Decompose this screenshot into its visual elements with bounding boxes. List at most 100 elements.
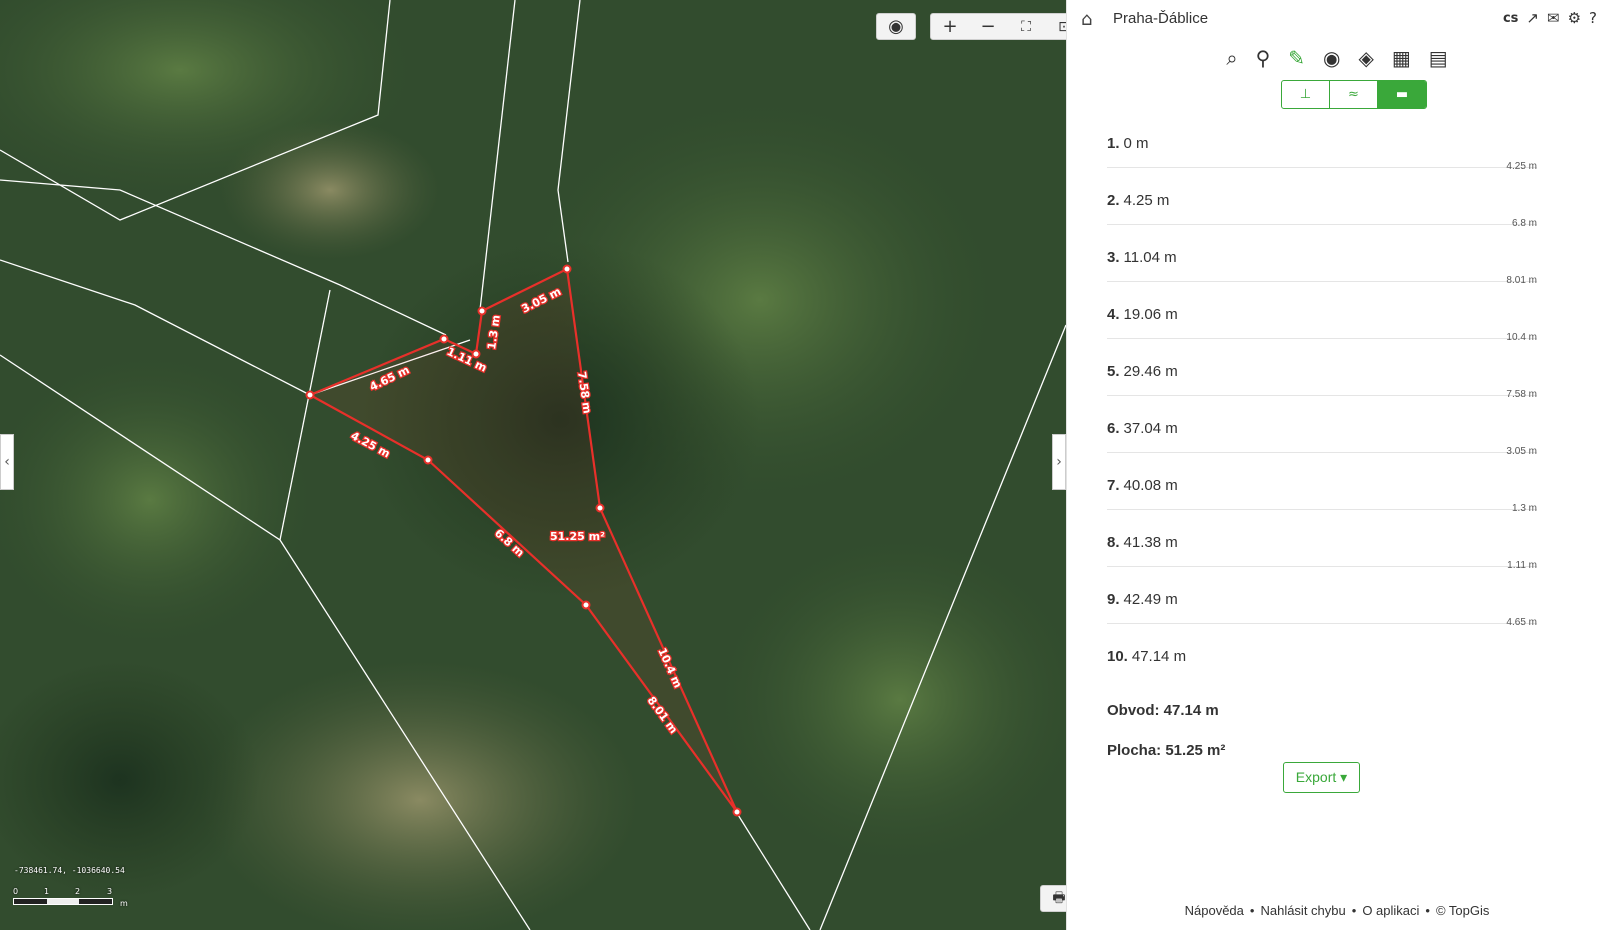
- fullscreen-icon: ⛶: [1021, 18, 1031, 35]
- pin-icon[interactable]: ⚲: [1256, 46, 1271, 70]
- segment-length: 1.11 m: [1507, 560, 1537, 571]
- vertex-list: 1. 0 m 4.25 m 2. 4.25 m 6.8 m 3. 11.04 m 8.…: [1107, 130, 1537, 700]
- area-label: 51.25 m²: [550, 530, 605, 543]
- segment-length: 10.4 m: [1506, 332, 1537, 343]
- scale-unit: m: [120, 899, 128, 908]
- footer-separator: •: [1351, 903, 1357, 918]
- segment-length: 8.01 m: [1506, 275, 1537, 286]
- vertex-2: [423, 455, 433, 465]
- vertex-5: [595, 503, 605, 513]
- vertex-9: [439, 334, 449, 344]
- zoom-extent-button[interactable]: ⊡: [1045, 14, 1066, 39]
- measure-mode-switch: ⊥ ≈ ▬: [1281, 80, 1427, 109]
- home-icon[interactable]: ⌂: [1081, 9, 1092, 30]
- measure-icon[interactable]: ✎: [1288, 46, 1305, 70]
- help-link[interactable]: Nápověda: [1185, 903, 1244, 918]
- area-mode-icon: ▬: [1395, 87, 1409, 102]
- mode-point-button[interactable]: ⊥: [1282, 81, 1330, 108]
- map-canvas[interactable]: 4.25 m 6.8 m 8.01 m 10.4 m 7.58 m 3.05 m…: [0, 0, 1066, 930]
- zoom-extent-icon: ⊡: [1058, 18, 1066, 35]
- share-icon[interactable]: ↗: [1526, 9, 1539, 27]
- segment-length: 6.8 m: [1511, 218, 1537, 229]
- vertex-number: 1.: [1107, 135, 1120, 152]
- mode-area-button[interactable]: ▬: [1378, 81, 1426, 108]
- vertex-number: 8.: [1107, 534, 1120, 551]
- vertex-distance: 19.06 m: [1123, 306, 1178, 323]
- list-item: 1. 0 m 4.25 m: [1107, 130, 1537, 187]
- list-item: 7. 40.08 m 1.3 m: [1107, 472, 1537, 529]
- vertex-3: [581, 600, 591, 610]
- measurement-layer: 4.25 m 6.8 m 8.01 m 10.4 m 7.58 m 3.05 m…: [305, 264, 742, 817]
- zoom-out-icon: −: [980, 16, 996, 37]
- point-mode-icon: ⊥: [1299, 87, 1312, 102]
- export-dropdown-button[interactable]: Export ▾: [1283, 762, 1360, 793]
- vertex-distance: 37.04 m: [1123, 420, 1178, 437]
- vertex-6: [562, 264, 572, 274]
- footer-links: Nápověda • Nahlásit chybu • O aplikaci •…: [1067, 903, 1606, 918]
- vertex-number: 6.: [1107, 420, 1120, 437]
- scale-label: 3: [107, 887, 113, 896]
- panel-header: ⌂ Praha-Ďáblice cs ↗ ✉ ⚙ ?: [1067, 0, 1606, 38]
- scale-bar: 0 1 2 3 m: [13, 887, 133, 908]
- vertex-distance: 11.04 m: [1123, 249, 1177, 266]
- print-button[interactable]: 🖶: [1040, 885, 1066, 912]
- map-controls: + − ⛶ ⊡: [930, 13, 1066, 40]
- vertex-distance: 29.46 m: [1123, 363, 1178, 380]
- left-panel-toggle[interactable]: ‹: [0, 434, 14, 490]
- fullscreen-button[interactable]: ⛶: [1007, 14, 1045, 39]
- footer-separator: •: [1425, 903, 1430, 918]
- list-item: 2. 4.25 m 6.8 m: [1107, 187, 1537, 244]
- tool-bar: ⌕ ⚲ ✎ ◉ ◈ ▦ ▤: [1067, 46, 1606, 70]
- vertex-distance: 4.25 m: [1123, 192, 1170, 209]
- vertex-distance: 47.14 m: [1131, 648, 1187, 665]
- cursor-coordinates: -738461.74, -1036640.54: [14, 866, 125, 875]
- vertex-distance: 40.08 m: [1123, 477, 1178, 494]
- vertex-number: 3.: [1107, 249, 1120, 266]
- zoom-out-button[interactable]: −: [969, 14, 1007, 39]
- mode-line-button[interactable]: ≈: [1330, 81, 1378, 108]
- vertex-7: [477, 306, 487, 316]
- list-item: 8. 41.38 m 1.11 m: [1107, 529, 1537, 586]
- zoom-in-icon: +: [942, 16, 958, 37]
- segment-length: 4.65 m: [1506, 617, 1537, 628]
- copyright-link[interactable]: © TopGis: [1436, 903, 1489, 918]
- print-icon: 🖶: [1052, 889, 1066, 906]
- chevron-left-icon: ‹: [4, 454, 10, 470]
- vertex-number: 2.: [1107, 192, 1120, 209]
- vertex-number: 4.: [1107, 306, 1120, 323]
- map-icon[interactable]: ▦: [1392, 46, 1411, 70]
- list-item: 10. 47.14 m: [1107, 643, 1537, 700]
- table-icon[interactable]: ▤: [1429, 46, 1448, 70]
- locate-button[interactable]: ◉: [876, 13, 916, 40]
- layers-visibility-icon[interactable]: ◈: [1358, 46, 1373, 70]
- list-item: 4. 19.06 m 10.4 m: [1107, 301, 1537, 358]
- help-icon[interactable]: ?: [1589, 9, 1597, 27]
- chevron-right-icon: ›: [1056, 454, 1062, 470]
- perimeter-text: Obvod: 47.14 m: [1107, 702, 1219, 719]
- vertex-distance: 0 m: [1123, 135, 1149, 152]
- place-title: Praha-Ďáblice: [1113, 10, 1209, 27]
- segment-length: 3.05 m: [1506, 446, 1537, 457]
- report-error-link[interactable]: Nahlásit chybu: [1260, 903, 1345, 918]
- vertex-number: 9.: [1107, 591, 1120, 608]
- language-switch[interactable]: cs: [1503, 11, 1518, 26]
- zoom-in-button[interactable]: +: [931, 14, 969, 39]
- gear-icon[interactable]: ⚙: [1568, 9, 1581, 27]
- side-panel: ⌂ Praha-Ďáblice cs ↗ ✉ ⚙ ? ⌕ ⚲ ✎ ◉ ◈ ▦ ▤…: [1066, 0, 1606, 930]
- search-icon[interactable]: ⌕: [1226, 46, 1237, 70]
- right-panel-toggle[interactable]: ›: [1052, 434, 1066, 490]
- vertex-4: [732, 807, 742, 817]
- about-link[interactable]: O aplikaci: [1362, 903, 1419, 918]
- scale-label: 0: [13, 887, 19, 896]
- eye-icon[interactable]: ◉: [1323, 46, 1340, 70]
- mail-icon[interactable]: ✉: [1547, 9, 1560, 27]
- list-item: 3. 11.04 m 8.01 m: [1107, 244, 1537, 301]
- footer-separator: •: [1249, 903, 1255, 918]
- segment-length: 4.25 m: [1506, 161, 1537, 172]
- segment-length: 7.58 m: [1506, 389, 1537, 400]
- vertex-number: 7.: [1107, 477, 1120, 494]
- segment-length: 1.3 m: [1511, 503, 1537, 514]
- scale-label: 2: [75, 887, 81, 896]
- list-item: 9. 42.49 m 4.65 m: [1107, 586, 1537, 643]
- vertex-1: [305, 390, 315, 400]
